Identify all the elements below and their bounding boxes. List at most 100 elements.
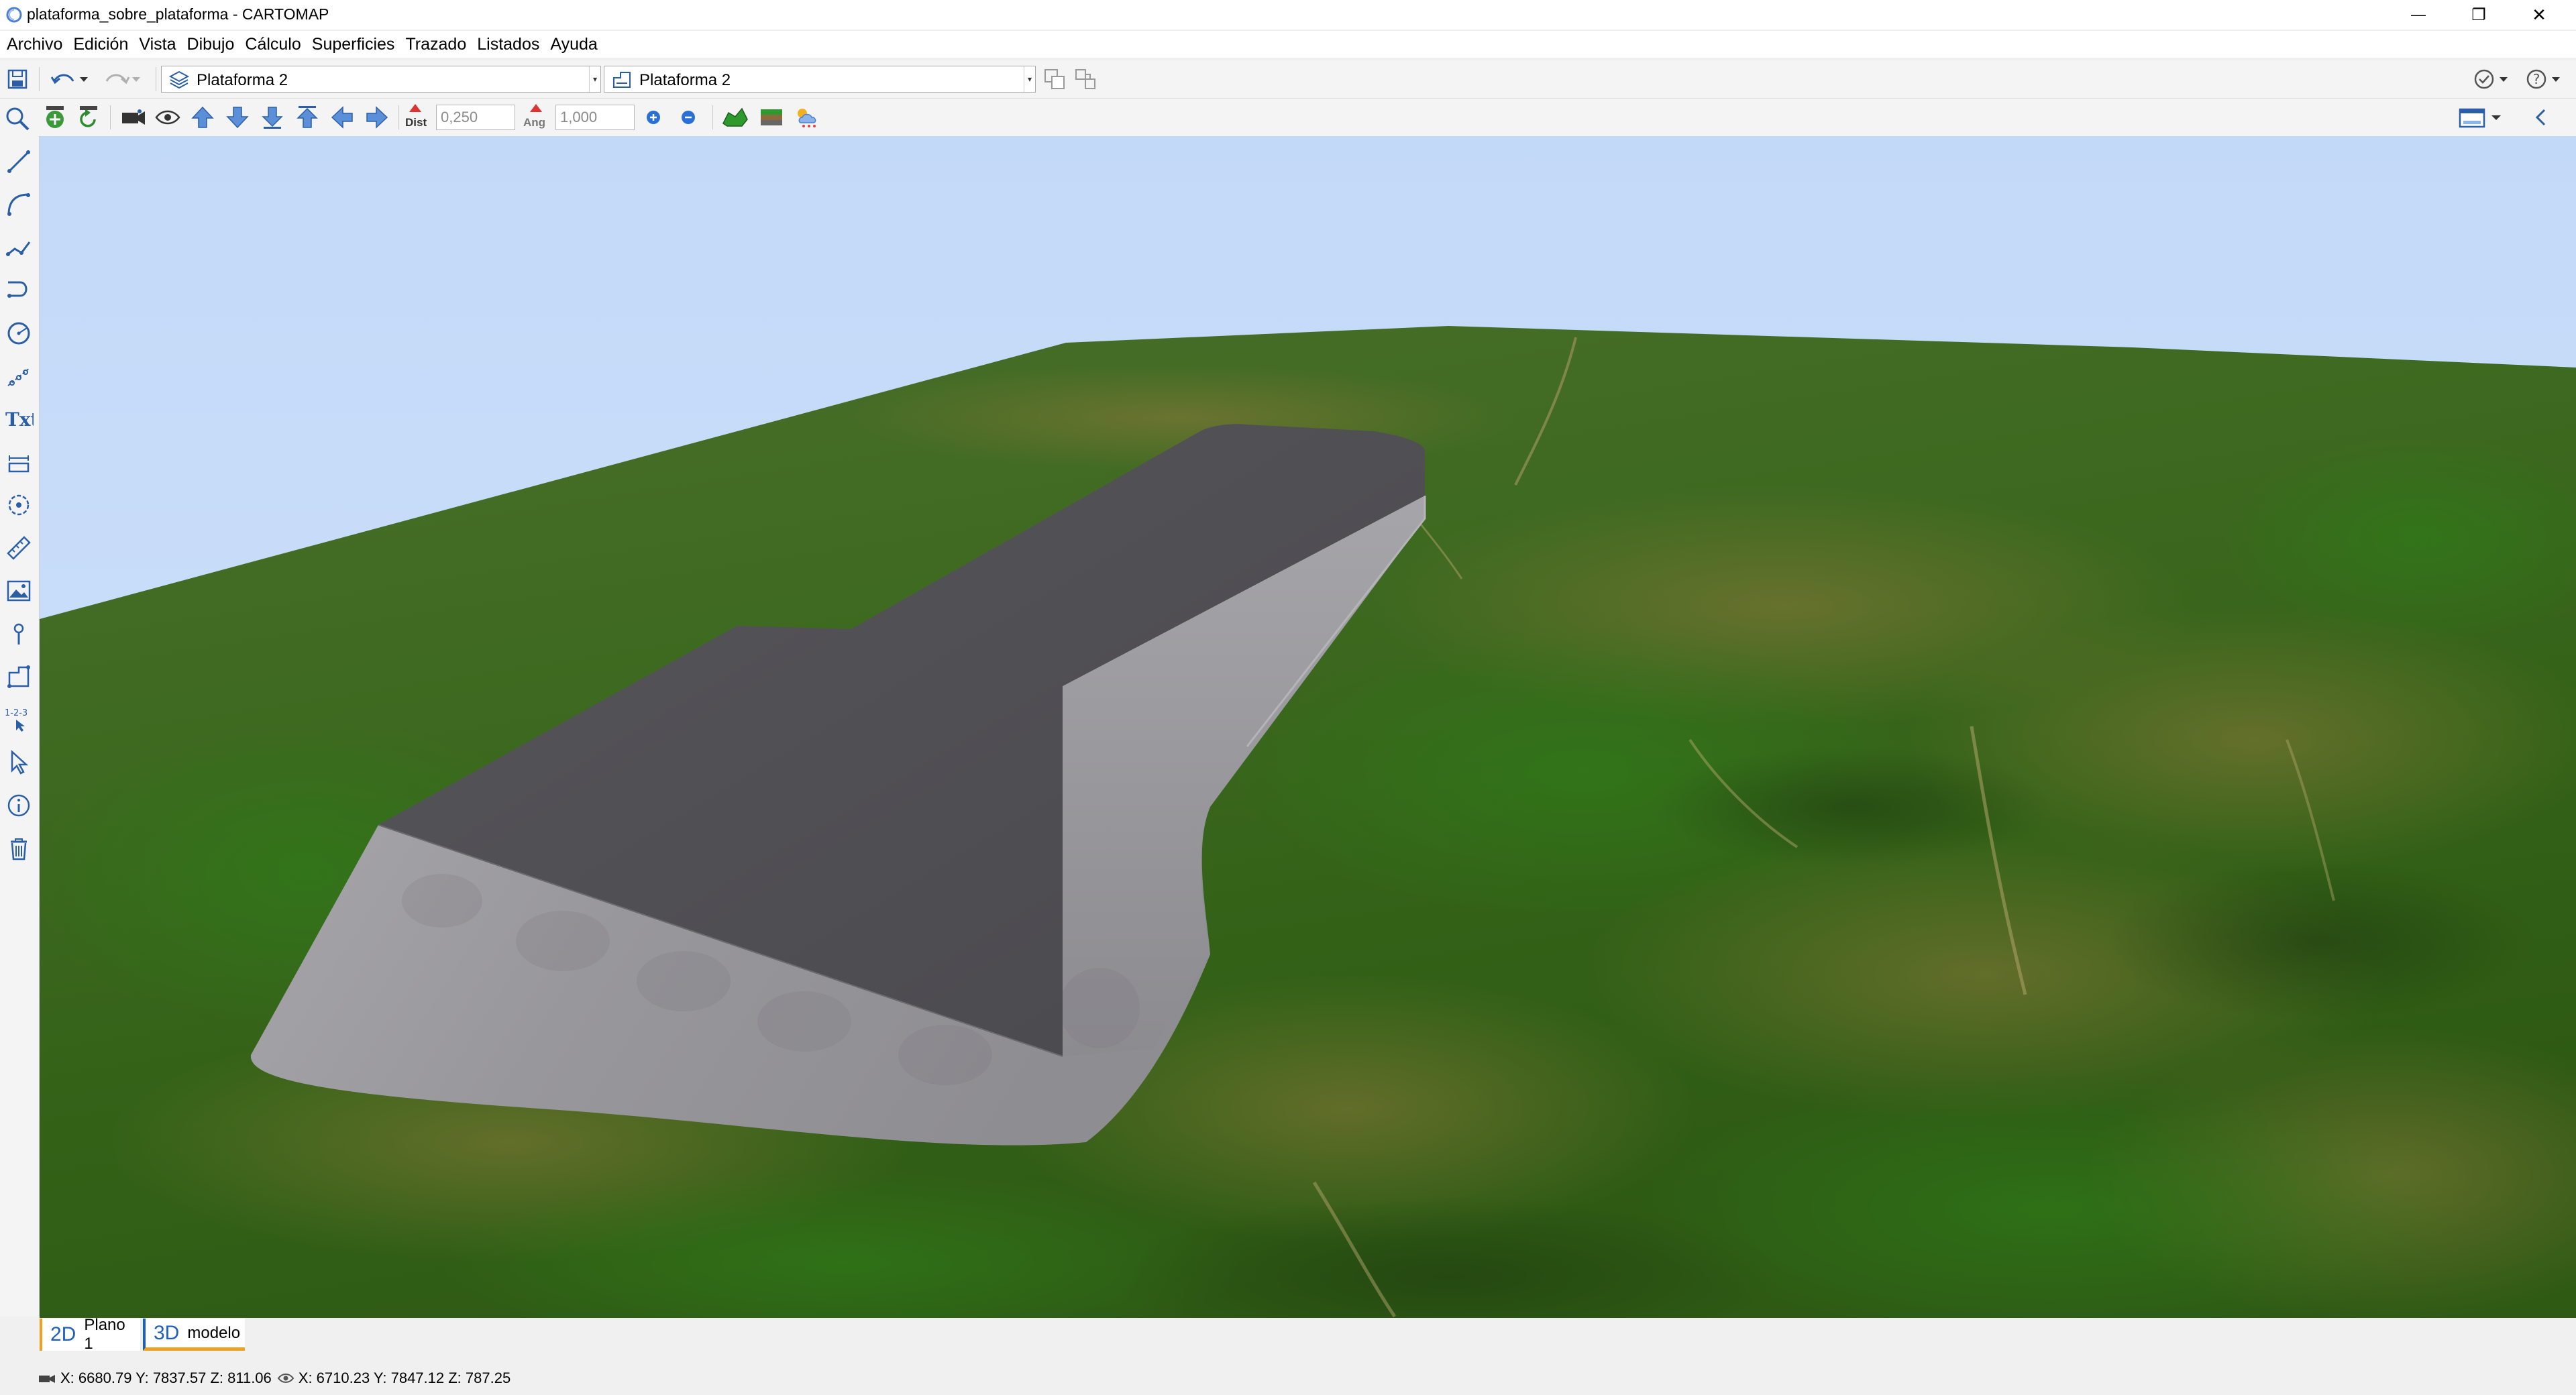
chevron-down-icon[interactable]: ▾ [1024, 66, 1035, 92]
menu-ayuda[interactable]: Ayuda [550, 35, 597, 54]
text-tool[interactable]: Txt [4, 404, 34, 434]
menu-dibujo[interactable]: Dibujo [187, 35, 235, 54]
3d-viewport[interactable] [40, 136, 2576, 1318]
copy-platform-button[interactable] [1041, 66, 1068, 93]
ang-label: Ang [523, 116, 546, 129]
tab-2d-prefix: 2D [50, 1323, 76, 1345]
numbering-icon: 1-2-3 [5, 708, 28, 732]
platform-combo-value: Plataforma 2 [639, 71, 731, 89]
minimize-icon: — [2411, 6, 2426, 23]
arrow-up-bar-icon [297, 106, 318, 128]
window-layout-icon [2459, 108, 2501, 128]
linked-boxes-icon [1075, 69, 1095, 89]
terrain-button[interactable] [720, 104, 750, 131]
dotted-line-icon [7, 368, 30, 386]
move-left-button[interactable] [327, 104, 357, 131]
polyline-tool[interactable] [4, 233, 34, 262]
camera-button[interactable] [118, 104, 148, 131]
platform-combo[interactable]: Plataforma 2 ▾ [604, 66, 1036, 93]
view-toolbar: Dist 0,250 Ang 1,000 [0, 99, 2576, 137]
area-tool[interactable] [4, 662, 34, 691]
move-forward-button[interactable] [188, 104, 217, 131]
symbol-tool[interactable] [4, 490, 34, 520]
text-icon: Txt [5, 408, 34, 431]
dist-input[interactable]: 0,250 [436, 105, 515, 130]
menu-listados[interactable]: Listados [477, 35, 539, 54]
pin-icon [13, 623, 24, 645]
measure-tool[interactable] [4, 533, 34, 563]
points-line-tool[interactable] [4, 361, 34, 391]
numbering-tool[interactable]: 1-2-3 [4, 705, 34, 734]
video-camera-icon [122, 109, 145, 125]
move-down-button[interactable] [258, 104, 287, 131]
chevron-down-icon[interactable]: ▾ [589, 66, 600, 92]
rotate-back-icon [80, 106, 97, 127]
arc-icon [7, 193, 30, 216]
tab-plano-1[interactable]: 2D Plano 1 [40, 1316, 140, 1353]
3d-scene [40, 136, 2576, 1318]
magnifier-icon [6, 107, 30, 131]
circle-icon [7, 322, 30, 345]
menu-trazado[interactable]: Trazado [405, 35, 466, 54]
layers-color-button[interactable] [757, 104, 786, 131]
menu-vista[interactable]: Vista [139, 35, 176, 54]
arrow-down-bar-icon [262, 107, 283, 129]
decrease-button[interactable] [676, 105, 700, 129]
help-button[interactable]: ? [2524, 66, 2571, 93]
image-tool[interactable] [4, 576, 34, 606]
delete-tool[interactable] [4, 834, 34, 863]
curve-tool[interactable] [4, 276, 34, 305]
line-tool[interactable] [4, 147, 34, 176]
select-tool[interactable] [4, 748, 34, 777]
undo-icon [50, 74, 88, 85]
menu-archivo[interactable]: Archivo [7, 35, 62, 54]
redo-button[interactable] [99, 66, 144, 93]
gear-circle-icon [8, 494, 30, 516]
visibility-button[interactable] [153, 104, 182, 131]
save-button[interactable] [4, 66, 31, 93]
arrow-down-icon [226, 107, 249, 129]
increase-button[interactable] [641, 105, 665, 129]
close-icon: ✕ [2532, 4, 2546, 25]
copy-boxes-icon [1044, 69, 1065, 89]
tab-modelo-3d[interactable]: 3D modelo [143, 1319, 245, 1351]
add-camera-button[interactable] [42, 104, 68, 131]
camera-coordinates: X: 6680.79 Y: 7837.57 Z: 811.06 [60, 1370, 272, 1386]
menu-edicion[interactable]: Edición [73, 35, 128, 54]
collapse-panel-button[interactable] [2526, 104, 2556, 131]
circle-tool[interactable] [4, 319, 34, 348]
menu-calculo[interactable]: Cálculo [245, 35, 301, 54]
weather-button[interactable] [793, 104, 822, 131]
curve-icon [7, 281, 28, 298]
move-right-button[interactable] [362, 104, 392, 131]
check-button[interactable] [2471, 66, 2518, 93]
point-tool[interactable] [4, 619, 34, 649]
minimize-button[interactable]: — [2388, 0, 2449, 30]
cursor-arrow-icon [11, 750, 29, 775]
menu-superficies[interactable]: Superficies [312, 35, 395, 54]
zoom-button[interactable] [3, 104, 32, 133]
dimension-tool[interactable] [4, 447, 34, 477]
move-back-button[interactable] [223, 104, 252, 131]
dimension-icon [8, 455, 30, 473]
ang-input[interactable]: 1,000 [555, 105, 635, 130]
cartomap-logo-icon [6, 7, 22, 23]
view-layout-button[interactable] [2455, 104, 2508, 131]
close-button[interactable]: ✕ [2509, 0, 2569, 30]
target-coordinates: X: 6710.23 Y: 7847.12 Z: 787.25 [298, 1370, 511, 1386]
arc-tool[interactable] [4, 190, 34, 219]
help-circle-icon: ? [2526, 69, 2560, 89]
undo-button[interactable] [47, 66, 91, 93]
main-toolbar: Plataforma 2 ▾ Plataforma 2 ▾ ? [0, 60, 2576, 99]
minus-circle-icon [682, 111, 695, 124]
dist-label: Dist [405, 116, 427, 129]
restore-button[interactable]: ❐ [2449, 0, 2509, 30]
info-tool[interactable] [4, 791, 34, 820]
reset-view-button[interactable] [75, 104, 102, 131]
arrow-right-icon [366, 106, 388, 129]
link-platform-button[interactable] [1072, 66, 1099, 93]
layer-combo[interactable]: Plataforma 2 ▾ [161, 66, 601, 93]
move-up-button[interactable] [292, 104, 322, 131]
title-bar: plataforma_sobre_plataforma - CARTOMAP —… [0, 0, 2576, 30]
polyline-icon [6, 241, 31, 256]
